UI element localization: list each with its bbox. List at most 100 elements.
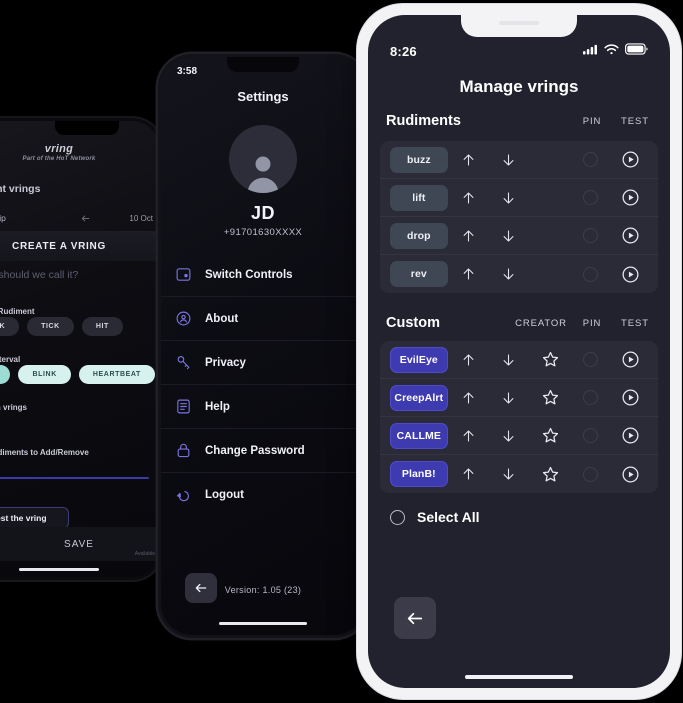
main-screen: 8:26 Manage vrings Rudiments PIN TEST bu…: [368, 15, 670, 688]
recent-vrings-heading: Recent vrings: [0, 183, 41, 195]
pin-circle-icon[interactable]: [572, 390, 609, 405]
pin-circle-icon[interactable]: [572, 228, 609, 243]
test-the-vring-button[interactable]: Test the vring: [0, 507, 69, 529]
main-notch: [461, 15, 577, 37]
signal-bars-icon: [583, 42, 598, 60]
pin-circle-icon[interactable]: [572, 190, 609, 205]
play-circle-icon[interactable]: [609, 226, 652, 245]
arrow-up-icon[interactable]: [448, 189, 489, 207]
table-row[interactable]: buzz: [380, 141, 658, 179]
profile-phone: +91701630XXXX: [223, 227, 303, 238]
menu-item-change-password[interactable]: Change Password: [161, 429, 365, 473]
mockup-stage: 4:00 vring Part of the HoT Network Recen…: [0, 0, 683, 703]
column-pin: PIN: [582, 115, 602, 127]
star-icon[interactable]: [529, 350, 572, 369]
recent-vring-date: 10 Oct: [129, 213, 153, 223]
menu-item-help[interactable]: Help: [161, 385, 365, 429]
interval-chip-blink[interactable]: BLINK: [18, 365, 71, 384]
arrow-up-icon[interactable]: [448, 465, 489, 483]
interval-chip-row[interactable]: BIP BLINK HEARTBEAT: [0, 365, 159, 384]
play-circle-icon[interactable]: [609, 426, 652, 445]
rudiment-pill[interactable]: lift: [390, 184, 448, 211]
play-circle-icon[interactable]: [609, 465, 652, 484]
recent-vring-row[interactable]: zip 10 Oct: [0, 207, 153, 229]
play-circle-icon[interactable]: [609, 388, 652, 407]
arrow-down-icon[interactable]: [488, 427, 529, 445]
left-brand: vring Part of the HoT Network: [0, 143, 159, 162]
play-circle-icon[interactable]: [609, 265, 652, 284]
rudiment-pill[interactable]: buzz: [390, 146, 448, 173]
table-row[interactable]: CreepAlrt: [380, 379, 658, 417]
tap-rudiments-label: Tap Rudiments to Add/Remove: [0, 448, 89, 457]
custom-pill[interactable]: PlanB!: [390, 461, 448, 487]
left-bottom-bar: SAVE Available: [0, 527, 159, 561]
section-title: Rudiments: [386, 113, 461, 129]
column-creator: CREATOR: [515, 317, 567, 329]
pin-circle-icon[interactable]: [572, 466, 609, 482]
arrow-down-icon[interactable]: [488, 189, 529, 207]
table-row[interactable]: rev: [380, 255, 658, 293]
section-title: Custom: [386, 315, 440, 331]
table-row[interactable]: drop: [380, 217, 658, 255]
haptic-chip-hit[interactable]: HIT: [81, 317, 123, 336]
arrow-down-icon[interactable]: [488, 465, 529, 483]
haptic-chip-row[interactable]: TOCK TICK HIT: [0, 317, 159, 336]
main-back-button[interactable]: [394, 597, 436, 639]
vring-name-input[interactable]: What should we call it?: [0, 269, 78, 281]
pin-circle-icon[interactable]: [572, 428, 609, 443]
haptic-chip-tock[interactable]: TOCK: [0, 317, 20, 336]
star-icon[interactable]: [529, 426, 572, 445]
pin-circle-icon[interactable]: [572, 152, 609, 167]
arrow-up-icon[interactable]: [448, 389, 489, 407]
menu-item-privacy[interactable]: Privacy: [161, 341, 365, 385]
custom-pill[interactable]: EvilEye: [390, 346, 448, 373]
star-icon[interactable]: [529, 388, 572, 407]
play-circle-icon[interactable]: [609, 150, 652, 169]
table-row[interactable]: lift: [380, 179, 658, 217]
logout-icon: [161, 487, 205, 504]
document-icon: [161, 398, 205, 415]
arrow-down-icon[interactable]: [488, 227, 529, 245]
arrow-up-icon[interactable]: [448, 227, 489, 245]
table-row[interactable]: EvilEye: [380, 341, 658, 379]
arrow-up-icon[interactable]: [448, 151, 489, 169]
rudiment-pill[interactable]: rev: [390, 261, 448, 287]
rudiment-pill[interactable]: drop: [390, 222, 448, 249]
menu-label: About: [205, 312, 239, 325]
arrow-up-icon[interactable]: [448, 351, 489, 369]
mid-back-button[interactable]: [185, 573, 217, 603]
custom-vrings-label: Custom vrings: [0, 403, 28, 412]
custom-pill[interactable]: CreepAlrt: [390, 384, 448, 411]
arrow-down-icon[interactable]: [488, 151, 529, 169]
arrow-up-icon[interactable]: [448, 427, 489, 445]
select-all-checkbox[interactable]: [390, 509, 405, 525]
column-test: TEST: [621, 115, 649, 127]
play-circle-icon[interactable]: [609, 350, 652, 369]
arrow-down-icon[interactable]: [488, 351, 529, 369]
menu-item-about[interactable]: About: [161, 297, 365, 341]
menu-item-logout[interactable]: Logout: [161, 473, 365, 517]
create-a-vring-button[interactable]: CREATE A VRING: [0, 231, 159, 261]
notch-speaker: [499, 21, 539, 25]
star-icon[interactable]: [529, 465, 572, 484]
save-button[interactable]: SAVE: [0, 539, 159, 550]
pin-circle-icon[interactable]: [572, 352, 609, 367]
interval-chip-heartbeat[interactable]: HEARTBEAT: [78, 365, 155, 384]
arrow-down-icon[interactable]: [488, 389, 529, 407]
haptic-chip-tick[interactable]: TICK: [27, 317, 74, 336]
arrow-up-icon[interactable]: [448, 265, 489, 283]
select-all-control[interactable]: Select All: [390, 509, 480, 525]
select-all-label: Select All: [417, 509, 480, 525]
table-row[interactable]: CALLME: [380, 417, 658, 455]
menu-item-switch-controls[interactable]: Switch Controls: [161, 253, 365, 297]
pin-circle-icon[interactable]: [572, 266, 609, 282]
arrow-down-icon[interactable]: [488, 265, 529, 283]
table-row[interactable]: PlanB!: [380, 455, 658, 493]
status-icons: [583, 42, 648, 60]
play-circle-icon[interactable]: [609, 188, 652, 207]
custom-pill[interactable]: CALLME: [390, 422, 448, 449]
interval-chip-bip[interactable]: BIP: [0, 365, 11, 384]
menu-label: Privacy: [205, 356, 246, 369]
rudiment-slider-track[interactable]: [0, 477, 149, 479]
column-test: TEST: [621, 317, 649, 329]
